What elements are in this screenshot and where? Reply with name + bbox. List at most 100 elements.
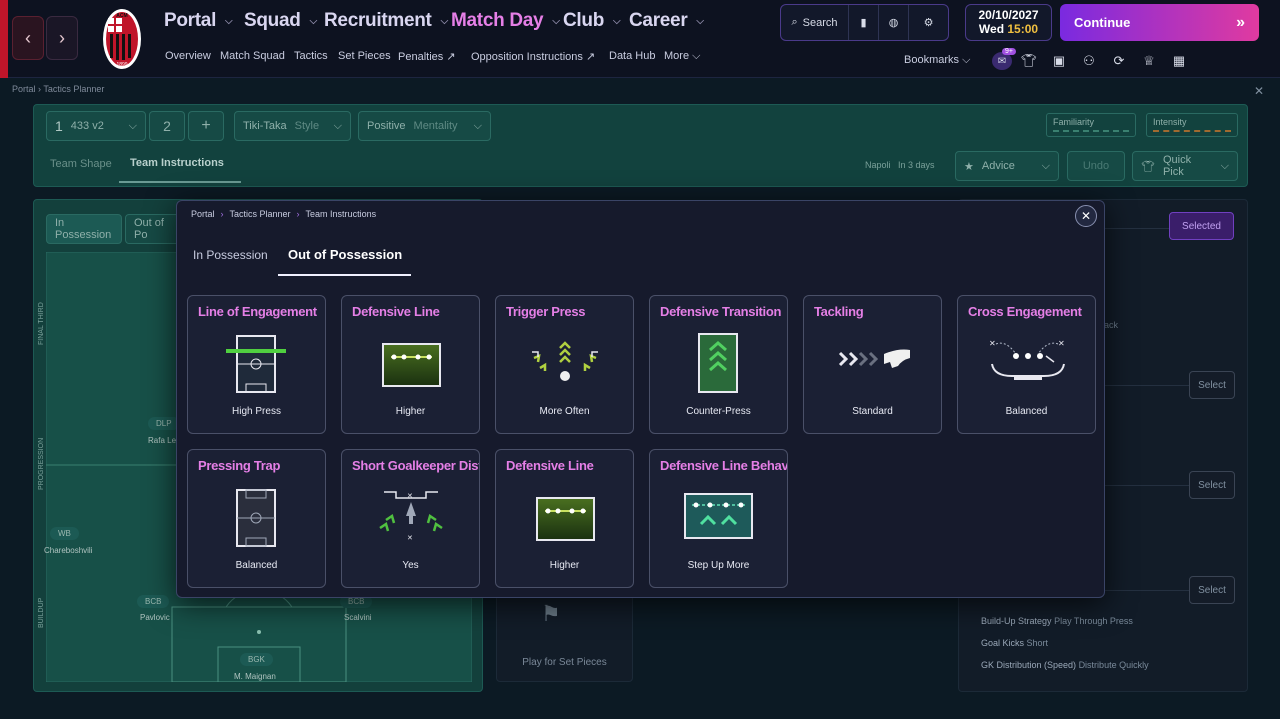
tactic-selector[interactable]: 1 433 v2 ⌵ (46, 111, 146, 141)
subnav-label: Penalties (398, 51, 444, 63)
zone-label-final-third: FINAL THIRD (38, 302, 45, 345)
card-defensive-line-behaviour[interactable]: Defensive Line Behavio Step Up More (649, 449, 788, 588)
nav-portal[interactable]: Portal ⌵ (164, 8, 233, 34)
subnav-tactics[interactable]: Tactics (294, 50, 328, 62)
subnav-penalties[interactable]: Penalties ↗ (398, 50, 456, 63)
card-tackling[interactable]: Tackling Standard (803, 295, 942, 434)
tab-in-possession[interactable]: In Possession (193, 248, 268, 262)
subnav-match-squad[interactable]: Match Squad (220, 50, 285, 62)
subnav-opposition-instructions[interactable]: Opposition Instructions ↗ (471, 50, 595, 63)
select-button[interactable]: Select (1189, 371, 1235, 399)
card-pressing-trap[interactable]: Pressing Trap Balanced (187, 449, 326, 588)
club-crest[interactable]: ACM 1899 (102, 8, 142, 70)
shirt-button[interactable]: 👕︎ (1020, 52, 1038, 70)
intensity-meter[interactable]: Intensity (1146, 113, 1238, 137)
forward-button[interactable]: › (46, 16, 78, 60)
tactic-2-button[interactable]: 2 (149, 111, 185, 141)
shirt-icon: 👕︎ (1141, 160, 1155, 173)
subnav-set-pieces[interactable]: Set Pieces (338, 50, 391, 62)
familiarity-meter[interactable]: Familiarity (1046, 113, 1136, 137)
player-chip-bgk[interactable]: BGK (240, 653, 273, 666)
nav-squad[interactable]: Squad ⌵ (244, 8, 317, 34)
tab-team-shape[interactable]: Team Shape (50, 158, 112, 170)
select-label: Select (1198, 479, 1226, 491)
crumb-portal[interactable]: Portal (12, 84, 36, 94)
world-button[interactable]: ◍ (879, 5, 909, 40)
style-selector[interactable]: Tiki-Taka Style ⌵ (234, 111, 351, 141)
trophy-button[interactable]: ♕ (1140, 52, 1158, 70)
crumb-portal[interactable]: Portal (191, 209, 215, 219)
crumb-team-instructions: Team Instructions (305, 209, 377, 219)
summary-row: GK Distribution (Speed) Distribute Quick… (981, 660, 1149, 670)
style-value: Tiki-Taka (243, 120, 287, 132)
chevron-down-icon: ⌵ (1220, 159, 1229, 172)
close-icon[interactable]: ✕ (1254, 84, 1264, 98)
card-title: Tackling (814, 304, 864, 319)
chevron-down-icon: ⌵ (692, 50, 701, 62)
refresh-button[interactable]: ⟳ (1110, 52, 1128, 70)
card-short-goalkeeper-distribution[interactable]: Short Goalkeeper Distr ✕ ✕ Yes (341, 449, 480, 588)
crumb-tactics-planner[interactable]: Tactics Planner (230, 209, 291, 219)
add-tactic-button[interactable]: + (188, 111, 224, 141)
continue-button[interactable]: Continue » (1060, 4, 1259, 41)
subnav-more[interactable]: More ⌵ (664, 50, 700, 63)
crumb-tactics-planner[interactable]: Tactics Planner (43, 84, 104, 94)
chevron-left-icon: ‹ (25, 27, 31, 48)
staff-button[interactable]: ⚇ (1080, 52, 1098, 70)
card-title: Line of Engagement (198, 304, 317, 319)
date-display[interactable]: 20/10/2027 Wed 15:00 (965, 4, 1052, 41)
breadcrumb: Portal › Tactics Planner (12, 84, 105, 94)
select-label: Select (1198, 584, 1226, 596)
player-chip-bcb-left[interactable]: BCB (137, 595, 170, 608)
card-defensive-line[interactable]: Defensive Line Higher (341, 295, 480, 434)
tab-team-instructions[interactable]: Team Instructions (130, 157, 224, 169)
player-name: Scalvini (344, 613, 372, 622)
card-defensive-line-2[interactable]: Defensive Line Higher (495, 449, 634, 588)
tab-out-of-possession[interactable]: Out of Possession (288, 247, 402, 262)
current-time: 15:00 (1007, 22, 1039, 36)
settings-button[interactable]: ⚙ (909, 5, 948, 40)
card-title: Short Goalkeeper Distr (352, 458, 480, 473)
opponent-name: Napoli (865, 160, 891, 170)
select-button[interactable]: Select (1189, 471, 1235, 499)
card-title: Defensive Line Behavio (660, 458, 788, 473)
subnav-data-hub[interactable]: Data Hub (609, 50, 655, 62)
card-value: Higher (395, 406, 426, 417)
search-toolbar: ⌕ Search ▮ ◍ ⚙ (780, 4, 949, 41)
card-line-of-engagement[interactable]: Line of Engagement High Press (187, 295, 326, 434)
card-title: Defensive Line (506, 458, 594, 473)
close-button[interactable]: ✕ (1075, 205, 1097, 227)
team-report-button[interactable]: ▣ (1050, 52, 1068, 70)
bookmarks-menu[interactable]: Bookmarks ⌵ (904, 54, 970, 67)
nav-career[interactable]: Career ⌵ (629, 8, 704, 34)
tab-label: In Possession (55, 217, 112, 241)
pitch-tab-in-possession[interactable]: In Possession (46, 214, 122, 244)
report-icon: ▣ (1052, 53, 1066, 68)
advice-button[interactable]: ★ Advice ⌵ (955, 151, 1059, 181)
summary-value: Distribute Quickly (1078, 660, 1149, 670)
nav-recruitment[interactable]: Recruitment ⌵ (324, 8, 448, 34)
mentality-selector[interactable]: Positive Mentality ⌵ (358, 111, 491, 141)
select-button[interactable]: Select (1189, 576, 1235, 604)
nav-match-day[interactable]: Match Day ⌵ (451, 8, 560, 34)
search-button[interactable]: ⌕ Search (781, 5, 849, 40)
staff-icon: ⚇ (1083, 53, 1095, 68)
calendar-button[interactable]: ▦ (1170, 52, 1188, 70)
bookmark-button[interactable]: ▮ (849, 5, 879, 40)
card-defensive-transition[interactable]: Defensive Transition Counter-Press (649, 295, 788, 434)
plus-icon: + (201, 117, 211, 134)
card-cross-engagement[interactable]: Cross Engagement ✕ ✕ Balanced (957, 295, 1096, 434)
player-chip-dlp[interactable]: DLP (148, 417, 180, 430)
selected-button[interactable]: Selected (1169, 212, 1234, 240)
svg-text:✕: ✕ (989, 339, 996, 348)
selected-label: Selected (1182, 220, 1221, 232)
subnav-overview[interactable]: Overview (165, 50, 211, 62)
undo-button[interactable]: Undo (1067, 151, 1125, 181)
card-trigger-press[interactable]: Trigger Press More Often (495, 295, 634, 434)
calendar-icon: ▦ (1172, 53, 1186, 68)
back-button[interactable]: ‹ (12, 16, 44, 60)
nav-club[interactable]: Club ⌵ (563, 8, 621, 34)
card-value: More Often (539, 406, 590, 417)
quick-pick-button[interactable]: 👕︎ Quick Pick ⌵ (1132, 151, 1238, 181)
player-chip-wb[interactable]: WB (50, 527, 79, 540)
